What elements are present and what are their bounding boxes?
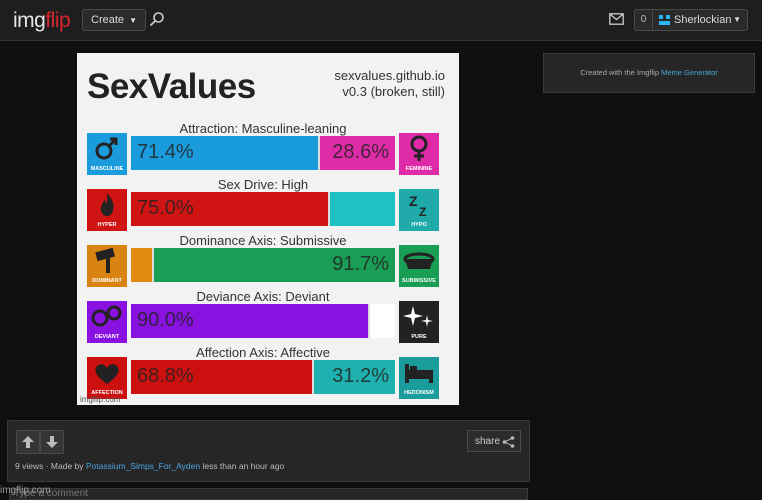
- avatar-icon: [659, 15, 670, 25]
- icon-caption: DEVIANT: [94, 334, 120, 340]
- meme-title: SexValues: [87, 67, 256, 106]
- left-percent: 68.8%: [137, 365, 194, 387]
- axis-row: Deviance Axis: Deviant DEVIANT PURE 90.0%: [87, 289, 439, 343]
- axis-row: Dominance Axis: Submissive DOMINANT SUBMIS…: [87, 233, 439, 287]
- axis-bar: 75.0%: [131, 192, 395, 226]
- svg-text:Z: Z: [419, 205, 426, 219]
- male-symbol-icon: MASCULINE: [87, 133, 127, 175]
- axis-row: Attraction: Masculine-leaning MASCULINE FE…: [87, 121, 439, 175]
- icon-caption: HYPO: [411, 222, 427, 228]
- svg-text:Z: Z: [409, 193, 418, 209]
- left-percent: 90.0%: [137, 309, 194, 331]
- fire-icon: HYPER: [87, 189, 127, 231]
- downvote-button[interactable]: [40, 430, 64, 454]
- arrow-down-icon: [46, 436, 58, 448]
- left-percent: 71.4%: [137, 141, 194, 163]
- bar-right-segment: [330, 192, 395, 226]
- right-percent: 91.7%: [332, 253, 389, 275]
- dog-bowl-icon: SUBMISSIVE: [399, 245, 439, 287]
- icon-caption: FEMININE: [405, 166, 433, 172]
- icon-caption: DOMINANT: [92, 278, 122, 284]
- sleep-icon: Z Z HYPO: [399, 189, 439, 231]
- post-meta: 9 views · Made by Potassium_Simps_For_Ay…: [15, 461, 285, 471]
- axis-row: Sex Drive: High HYPER Z Z HYPO 75.0%: [87, 177, 439, 231]
- axis-bar: 68.8% 31.2%: [131, 360, 395, 394]
- arrow-up-icon: [22, 436, 34, 448]
- share-icon: [502, 436, 515, 448]
- meme-image[interactable]: SexValues sexvalues.github.io v0.3 (brok…: [77, 53, 459, 405]
- bar-right-segment: [370, 304, 395, 338]
- right-percent: 31.2%: [332, 365, 389, 387]
- share-button[interactable]: share: [467, 430, 521, 452]
- bar-left-segment: [131, 248, 152, 282]
- female-symbol-icon: FEMININE: [399, 133, 439, 175]
- bed-icon: HEDONISM: [399, 357, 439, 399]
- axis-label: Dominance Axis: Submissive: [179, 233, 347, 248]
- create-button[interactable]: Create ▼: [82, 9, 147, 31]
- axis-row: Affection Axis: Affective AFFECTION HEDONI…: [87, 345, 439, 399]
- axis-label: Affection Axis: Affective: [196, 345, 330, 360]
- hearts-icon: AFFECTION: [87, 357, 127, 399]
- axis-label: Sex Drive: High: [217, 177, 309, 192]
- notification-count[interactable]: 0: [634, 9, 652, 31]
- axis-bar: 90.0%: [131, 304, 395, 338]
- post-panel: share 9 views · Made by Potassium_Simps_…: [7, 420, 530, 482]
- right-percent: 28.6%: [332, 141, 389, 163]
- gavel-icon: DOMINANT: [87, 245, 127, 287]
- meme-site: sexvalues.github.io v0.3 (broken, still): [334, 68, 445, 99]
- icon-caption: SUBMISSIVE: [402, 278, 436, 284]
- author-link[interactable]: Potassium_Simps_For_Ayden: [86, 461, 200, 471]
- axis-bar: 91.7%: [131, 248, 395, 282]
- imgflip-logo[interactable]: imgflip: [13, 9, 71, 33]
- icon-caption: HEDONISM: [404, 390, 434, 396]
- axis-label: Attraction: Masculine-leaning: [179, 121, 347, 136]
- created-with-box: Created with the Imgflip Meme Generator: [543, 53, 755, 93]
- sparkles-icon: PURE: [399, 301, 439, 343]
- axis-bar: 71.4% 28.6%: [131, 136, 395, 170]
- meme-generator-link[interactable]: Meme Generator: [661, 68, 718, 77]
- comment-input[interactable]: Type a comment: [9, 488, 528, 500]
- handcuffs-icon: DEVIANT: [87, 301, 127, 343]
- mail-icon[interactable]: [609, 13, 624, 25]
- icon-caption: PURE: [411, 334, 427, 340]
- username: Sherlockian: [674, 14, 732, 26]
- icon-caption: HYPER: [97, 222, 117, 228]
- icon-caption: MASCULINE: [90, 166, 124, 172]
- user-menu-button[interactable]: Sherlockian ▼: [652, 9, 748, 31]
- chevron-down-icon: ▼: [733, 15, 741, 24]
- meme-watermark: imgflip.com: [80, 395, 121, 404]
- top-navbar: imgflip Create ▼ 0 Sherlockian ▼: [0, 0, 762, 41]
- page-watermark: imgflip.com: [0, 485, 51, 496]
- upvote-button[interactable]: [16, 430, 40, 454]
- left-percent: 75.0%: [137, 197, 194, 219]
- chevron-down-icon: ▼: [129, 16, 138, 25]
- search-icon[interactable]: [149, 11, 165, 27]
- axis-label: Deviance Axis: Deviant: [196, 289, 330, 304]
